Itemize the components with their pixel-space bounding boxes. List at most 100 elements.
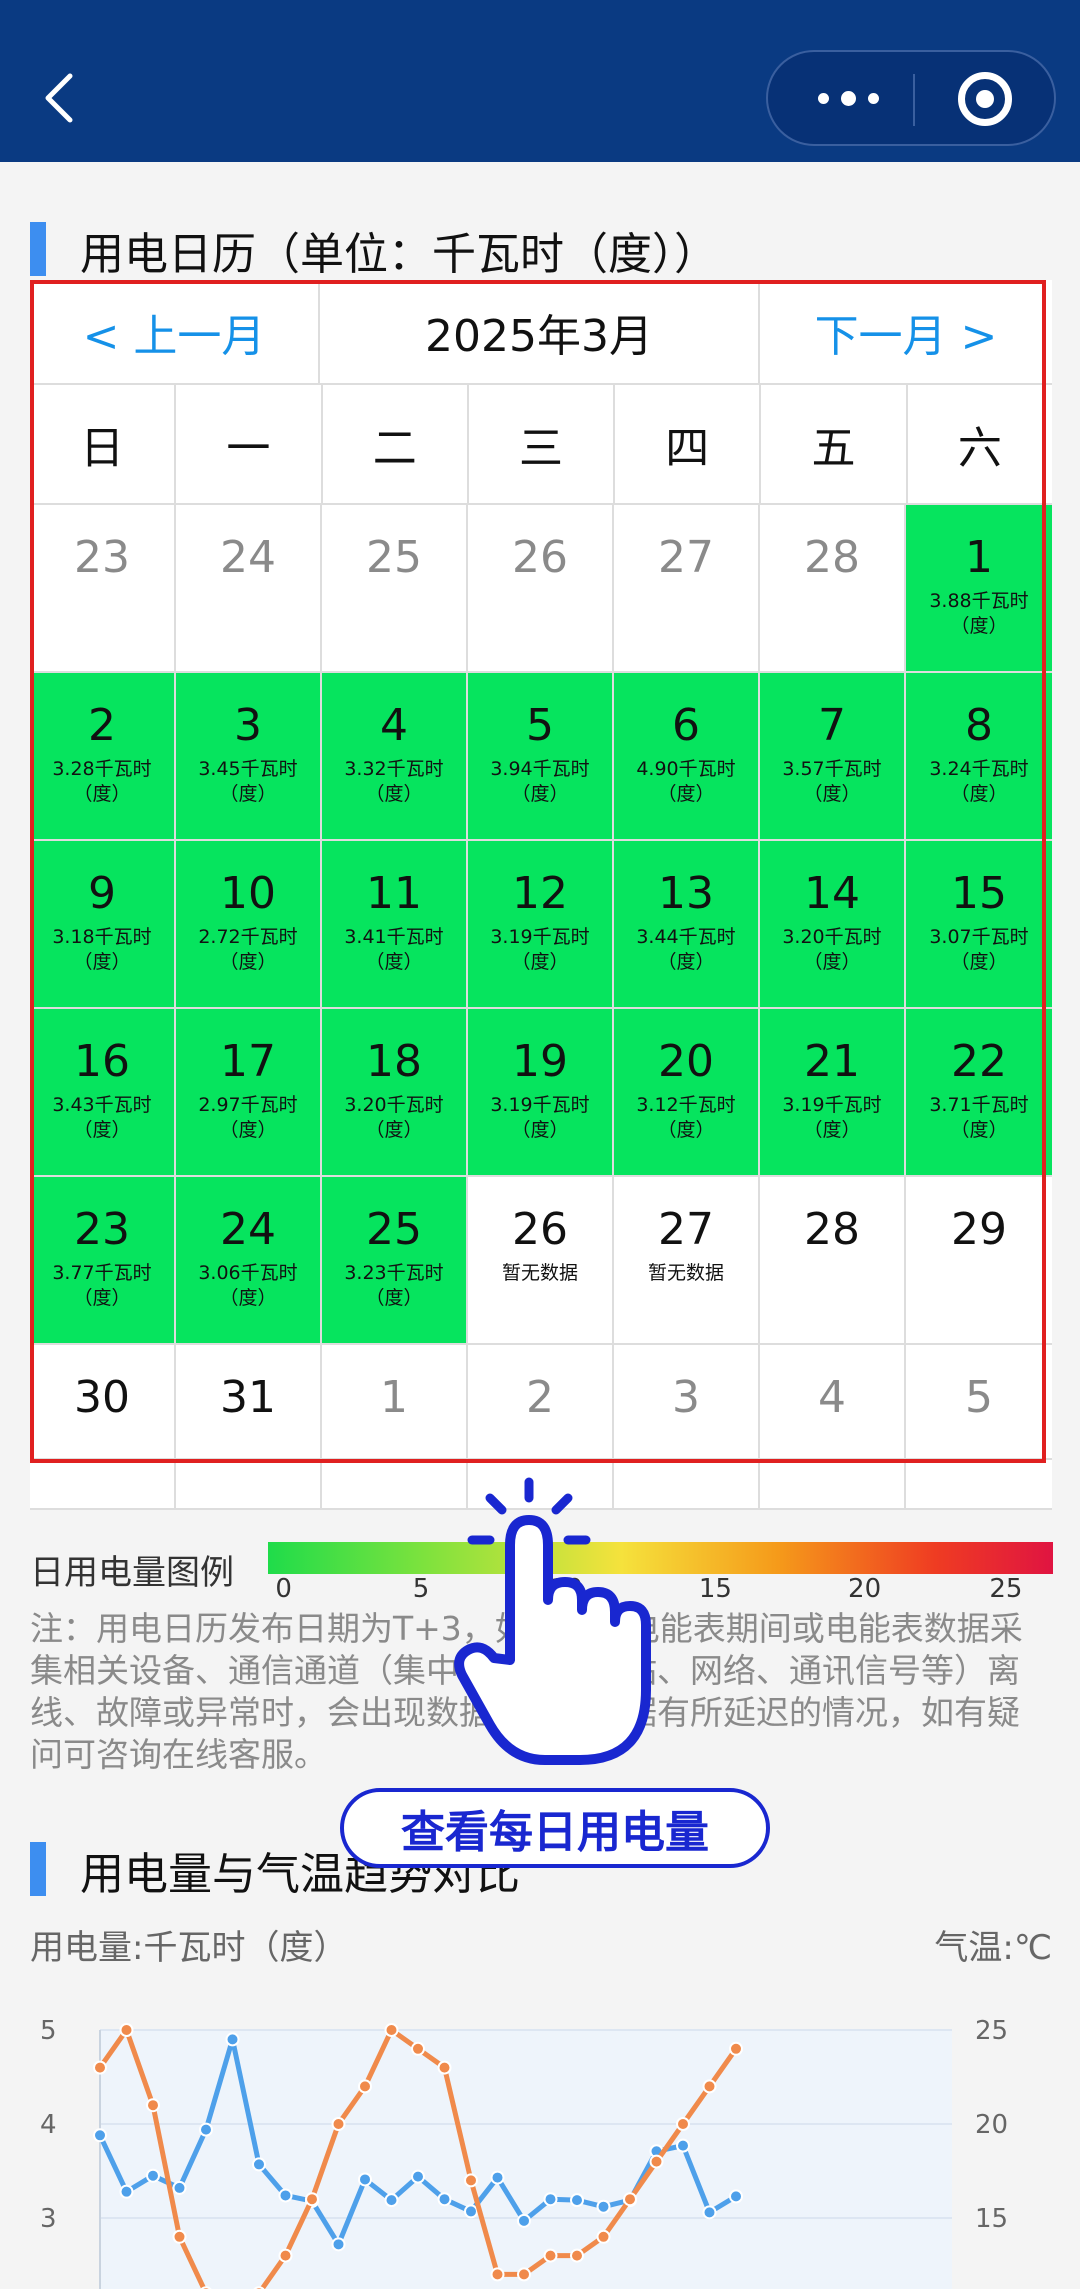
back-arrow-icon[interactable] [40,70,80,126]
calendar-day-cell[interactable]: 19 3.19千瓦时 （度） [468,1009,614,1177]
calendar-day-cell[interactable]: 18 3.20千瓦时 （度） [322,1009,468,1177]
usage-point[interactable] [411,2169,425,2184]
usage-point[interactable] [199,2122,213,2137]
temperature-point[interactable] [490,2267,505,2282]
temperature-point[interactable] [411,2041,425,2056]
calendar-day-cell[interactable]: 6 4.90千瓦时 （度） [614,673,760,841]
calendar-day-cell[interactable]: 1 [322,1345,468,1460]
calendar-day-cell[interactable]: 27 [614,505,760,673]
usage-point[interactable] [464,2204,478,2219]
calendar-day-cell[interactable]: 7 3.57千瓦时 （度） [760,673,906,841]
usage-point[interactable] [596,2199,611,2214]
calendar-day-cell[interactable]: 22 3.71千瓦时 （度） [906,1009,1052,1177]
temperature-point[interactable] [623,2192,637,2207]
temperature-point[interactable] [358,2079,372,2094]
calendar-day-cell[interactable]: 30 [30,1345,176,1460]
section-title-bar [30,1842,46,1896]
usage-point[interactable] [437,2192,452,2207]
temperature-point[interactable] [517,2267,531,2282]
calendar-day-cell[interactable]: 23 [30,505,176,673]
usage-point[interactable] [570,2193,584,2208]
temperature-point[interactable] [702,2079,717,2094]
calendar-day-cell[interactable]: 2 [468,1345,614,1460]
calendar-day-cell[interactable]: 13 3.44千瓦时 （度） [614,841,760,1009]
calendar-day-cell[interactable]: 26 暂无数据 [468,1177,614,1345]
calendar-day-cell[interactable]: 24 3.06千瓦时 （度） [176,1177,322,1345]
calendar-day-cell[interactable]: 3 [614,1345,760,1460]
day-usage-value: 3.07千瓦时 [929,926,1029,948]
usage-point[interactable] [93,2128,107,2143]
view-daily-usage-button[interactable]: 查看每日用电量 [340,1788,770,1868]
temperature-point[interactable] [119,2023,134,2037]
temperature-point[interactable] [278,2248,293,2263]
temperature-point[interactable] [570,2248,584,2263]
day-usage-unit: （度） [657,951,715,973]
calendar-day-cell[interactable]: 23 3.77千瓦时 （度） [30,1177,176,1345]
calendar-day-cell[interactable]: 1 3.88千瓦时 （度） [906,505,1052,673]
prev-month-button[interactable]: < 上一月 [30,280,320,383]
temperature-point[interactable] [596,2229,611,2244]
day-number: 5 [965,1372,993,1423]
temperature-point[interactable] [649,2154,664,2169]
calendar-day-cell[interactable]: 21 3.19千瓦时 （度） [760,1009,906,1177]
temperature-point[interactable] [676,2117,690,2131]
usage-point[interactable] [146,2168,160,2183]
usage-point[interactable] [676,2138,690,2153]
temperature-point[interactable] [93,2060,107,2075]
calendar-day-cell[interactable]: 3 3.45千瓦时 （度） [176,673,322,841]
day-number: 22 [951,1036,1007,1087]
calendar-day-cell[interactable]: 24 [176,505,322,673]
temperature-point[interactable] [543,2248,558,2263]
calendar-day-cell[interactable]: 4 [760,1345,906,1460]
day-usage-value: 3.71千瓦时 [929,1094,1029,1116]
day-number: 3 [672,1372,700,1423]
calendar-day-cell[interactable]: 26 [468,505,614,673]
more-icon[interactable] [808,52,888,144]
calendar-day-cell[interactable]: 25 [322,505,468,673]
calendar-day-cell[interactable]: 25 3.23千瓦时 （度） [322,1177,468,1345]
calendar-day-cell[interactable]: 4 3.32千瓦时 （度） [322,673,468,841]
close-target-icon[interactable] [958,72,1012,126]
temperature-point[interactable] [172,2229,187,2244]
usage-point[interactable] [729,2189,743,2204]
temperature-point[interactable] [146,2098,160,2113]
next-month-button[interactable]: 下一月 > [760,280,1052,383]
usage-point[interactable] [517,2213,531,2228]
calendar-day-cell[interactable]: 11 3.41千瓦时 （度） [322,841,468,1009]
calendar-day-cell[interactable]: 5 [906,1345,1052,1460]
calendar-day-cell[interactable]: 9 3.18千瓦时 （度） [30,841,176,1009]
usage-point[interactable] [225,2032,240,2047]
temperature-point[interactable] [305,2192,319,2207]
calendar-day-cell[interactable]: 15 3.07千瓦时 （度） [906,841,1052,1009]
temperature-point[interactable] [729,2041,743,2056]
usage-point[interactable] [172,2180,187,2195]
temperature-point[interactable] [464,2173,478,2188]
calendar-day-cell[interactable]: 28 [760,505,906,673]
calendar-day-cell[interactable]: 12 3.19千瓦时 （度） [468,841,614,1009]
calendar-day-cell[interactable]: 5 3.94千瓦时 （度） [468,673,614,841]
usage-point[interactable] [331,2237,346,2252]
calendar-day-cell[interactable]: 14 3.20千瓦时 （度） [760,841,906,1009]
usage-point[interactable] [119,2184,134,2199]
usage-point[interactable] [702,2205,717,2220]
usage-point[interactable] [543,2192,558,2207]
temperature-point[interactable] [384,2023,399,2037]
calendar-day-cell[interactable]: 20 3.12千瓦时 （度） [614,1009,760,1177]
calendar-day-cell[interactable]: 29 [906,1177,1052,1345]
calendar-day-cell[interactable]: 27 暂无数据 [614,1177,760,1345]
calendar-day-cell[interactable]: 2 3.28千瓦时 （度） [30,673,176,841]
calendar-day-cell[interactable]: 10 2.72千瓦时 （度） [176,841,322,1009]
usage-point[interactable] [384,2193,399,2208]
usage-point[interactable] [490,2170,505,2185]
calendar-day-cell[interactable]: 16 3.43千瓦时 （度） [30,1009,176,1177]
usage-point[interactable] [358,2172,372,2187]
calendar-day-cell[interactable]: 28 [760,1177,906,1345]
calendar-day-cell[interactable]: 8 3.24千瓦时 （度） [906,673,1052,841]
usage-point[interactable] [252,2157,266,2172]
temperature-point[interactable] [437,2060,452,2075]
weekday-label: 日 [30,385,177,505]
usage-point[interactable] [278,2188,293,2203]
calendar-day-cell[interactable]: 17 2.97千瓦时 （度） [176,1009,322,1177]
temperature-point[interactable] [331,2117,346,2131]
calendar-day-cell[interactable]: 31 [176,1345,322,1460]
